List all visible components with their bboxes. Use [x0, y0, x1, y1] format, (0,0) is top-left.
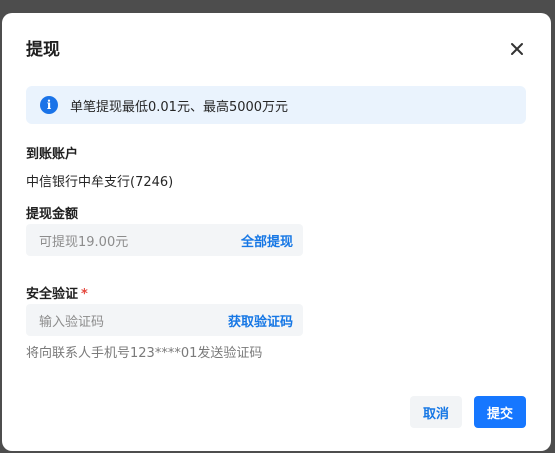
- close-icon: [511, 43, 523, 55]
- account-label: 到账账户: [26, 147, 79, 162]
- account-value: 中信银行中牟支行(7246): [26, 175, 174, 190]
- get-code-button[interactable]: 获取验证码: [228, 311, 293, 330]
- verify-label-row: 安全验证 *: [26, 283, 88, 302]
- amount-label: 提现金额: [26, 207, 79, 222]
- withdraw-dialog: 提现 i 单笔提现最低0.01元、最高5000万元 到账账户 中信银行中牟支行(…: [2, 13, 551, 451]
- verify-label: 安全验证: [26, 287, 79, 302]
- submit-button[interactable]: 提交: [474, 396, 526, 428]
- cancel-button[interactable]: 取消: [410, 396, 462, 428]
- close-button[interactable]: [507, 39, 527, 59]
- required-mark: *: [81, 287, 88, 302]
- withdraw-all-button[interactable]: 全部提现: [241, 231, 293, 250]
- amount-input[interactable]: 可提现19.00元 全部提现: [26, 224, 303, 256]
- modal-backdrop: 提现 i 单笔提现最低0.01元、最高5000万元 到账账户 中信银行中牟支行(…: [0, 0, 555, 453]
- dialog-title: 提现: [26, 40, 60, 60]
- info-text: 单笔提现最低0.01元、最高5000万元: [70, 99, 289, 115]
- amount-placeholder: 可提现19.00元: [39, 234, 129, 250]
- info-icon: i: [40, 96, 58, 114]
- verification-code-input[interactable]: 输入验证码 获取验证码: [26, 304, 303, 336]
- info-banner: i 单笔提现最低0.01元、最高5000万元: [26, 86, 526, 124]
- verify-placeholder: 输入验证码: [39, 314, 105, 330]
- verify-hint: 将向联系人手机号123****01发送验证码: [26, 346, 263, 361]
